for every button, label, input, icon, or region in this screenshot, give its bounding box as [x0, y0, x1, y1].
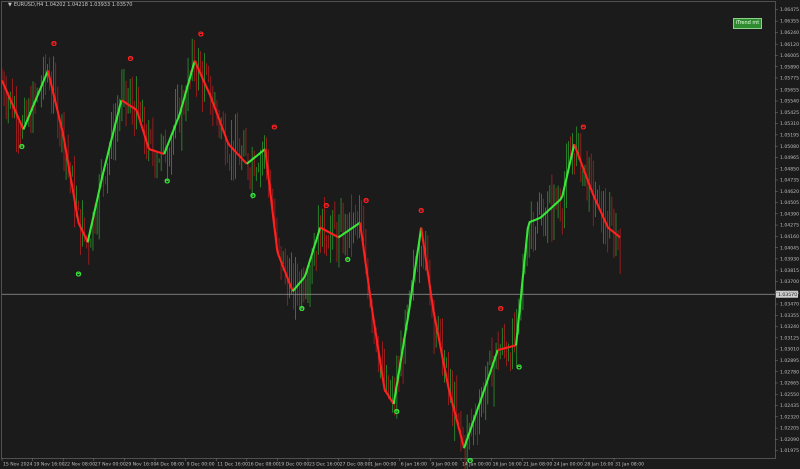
time-scale-label: 28 Jan 16:00 — [584, 462, 613, 468]
time-scale-label: 9 Jan 00:00 — [431, 462, 457, 468]
price-scale-label: 1.02090 — [780, 437, 799, 443]
chart-window[interactable]: ▼ EURUSD,H4 1.04202 1.04218 1.03933 1.035… — [0, 0, 800, 469]
time-scale-label: 27 Dec 08:00 — [340, 462, 371, 468]
trend-line-segment — [463, 349, 499, 449]
time-scale-label: 19 Dec 00:00 — [278, 462, 309, 468]
price-scale-label: 1.03815 — [780, 268, 799, 274]
time-scale-label: 27 Nov 00:00 — [95, 462, 126, 468]
price-scale-label: 1.05195 — [780, 132, 799, 138]
signal-down-marker: Θ — [198, 30, 204, 38]
time-scale-label: 16 Jan 16:00 — [493, 462, 522, 468]
signal-up-marker: Θ — [516, 364, 522, 372]
price-scale-label: 1.05775 — [780, 76, 799, 82]
price-scale-label: 1.01975 — [780, 448, 799, 454]
signal-down-marker: Θ — [323, 202, 329, 210]
price-scale-label: 1.05425 — [780, 110, 799, 116]
trend-line-segment — [515, 143, 576, 346]
signal-down-marker: Θ — [51, 40, 57, 48]
signal-up-marker: Θ — [345, 256, 351, 264]
price-scale-label: 1.02665 — [780, 381, 799, 387]
chart-svg[interactable]: 1.03570ΘΘΘΘΘΘΘΘΘΘΘΘΘΘΘΘΘΘ1.064751.063551… — [0, 0, 800, 469]
price-scale-label: 1.03240 — [780, 324, 799, 330]
price-scale-label: 1.04850 — [780, 166, 799, 172]
price-scale-label: 1.02780 — [780, 369, 799, 375]
price-scale-label: 1.06355 — [780, 19, 799, 25]
time-scale-label: 1 Jan 00:00 — [370, 462, 396, 468]
trend-line-segment — [264, 148, 294, 292]
price-scale-label: 1.05540 — [780, 99, 799, 105]
price-scale-label: 1.04620 — [780, 189, 799, 195]
price-scale-label: 1.05080 — [780, 144, 799, 150]
time-scale-label: 24 Jan 00:00 — [554, 462, 583, 468]
signal-down-marker: Θ — [128, 55, 134, 63]
price-scale-label: 1.03010 — [780, 347, 799, 353]
price-scale-label: 1.06120 — [780, 42, 799, 48]
trend-line-segment — [46, 70, 89, 243]
price-scale-label: 1.04965 — [780, 155, 799, 161]
trend-line-segment — [22, 70, 49, 130]
price-scale-label: 1.03585 — [780, 290, 799, 296]
signal-up-marker: Θ — [299, 305, 305, 313]
trend-line-segment — [86, 99, 123, 243]
price-scale-label: 1.03700 — [780, 279, 799, 285]
price-scale-label: 1.02435 — [780, 403, 799, 409]
price-scale-label: 1.03125 — [780, 335, 799, 341]
time-scale-label: 4 Dec 08:00 — [156, 462, 184, 468]
signal-down-marker: Θ — [363, 197, 369, 205]
trend-line-segment — [319, 226, 340, 239]
price-scale-label: 1.03355 — [780, 313, 799, 319]
time-scale-label: 16 Dec 08:00 — [248, 462, 279, 468]
signal-down-marker: Θ — [271, 123, 277, 131]
price-scale-label: 1.04275 — [780, 223, 799, 229]
price-scale-label: 1.04735 — [780, 178, 799, 184]
price-scale-label: 1.02895 — [780, 358, 799, 364]
time-scale-label: 14 Jan 00:00 — [462, 462, 491, 468]
time-scale-label: 9 Dec 00:00 — [187, 462, 215, 468]
trend-line-segment — [1, 80, 25, 130]
price-scale-label: 1.04505 — [780, 200, 799, 206]
price-scale-label: 1.06005 — [780, 53, 799, 59]
price-scale-label: 1.04160 — [780, 234, 799, 240]
price-scale-label: 1.05890 — [780, 64, 799, 70]
price-scale-label: 1.03930 — [780, 257, 799, 263]
price-scale-label: 1.06240 — [780, 30, 799, 36]
price-scale-label: 1.02320 — [780, 414, 799, 420]
price-scale-label: 1.04390 — [780, 211, 799, 217]
time-scale-label: 21 Jan 08:00 — [523, 462, 552, 468]
signal-up-marker: Θ — [19, 143, 25, 151]
signal-up-marker: Θ — [76, 271, 82, 279]
time-scale-label: 31 Jan 08:00 — [615, 462, 644, 468]
time-scale-label: 29 Nov 16:00 — [125, 462, 156, 468]
time-scale-label: 6 Jan 16:00 — [401, 462, 427, 468]
time-scale-label: 15 Nov 2024 — [3, 462, 32, 468]
price-scale-label: 1.04045 — [780, 245, 799, 251]
signal-down-marker: Θ — [418, 207, 424, 215]
time-scale-label: 23 Dec 16:00 — [309, 462, 340, 468]
signal-up-marker: Θ — [250, 192, 256, 200]
price-scale-label: 1.02205 — [780, 426, 799, 432]
signal-up-marker: Θ — [394, 408, 400, 416]
signal-up-marker: Θ — [164, 177, 170, 185]
price-scale-label: 1.06475 — [780, 7, 799, 13]
trend-line-segment — [392, 227, 423, 405]
price-scale-label: 1.03470 — [780, 302, 799, 308]
time-scale-label: 19 Nov 16:00 — [34, 462, 65, 468]
price-scale-label: 1.02550 — [780, 392, 799, 398]
price-scale-label: 1.05655 — [780, 87, 799, 93]
signal-down-marker: Θ — [580, 123, 586, 131]
price-scale-label: 1.05310 — [780, 121, 799, 127]
time-scale-label: 11 Dec 16:00 — [217, 462, 248, 468]
trend-line-segment — [193, 60, 248, 165]
time-scale-label: 22 Nov 08:00 — [64, 462, 95, 468]
signal-down-marker: Θ — [498, 305, 504, 313]
